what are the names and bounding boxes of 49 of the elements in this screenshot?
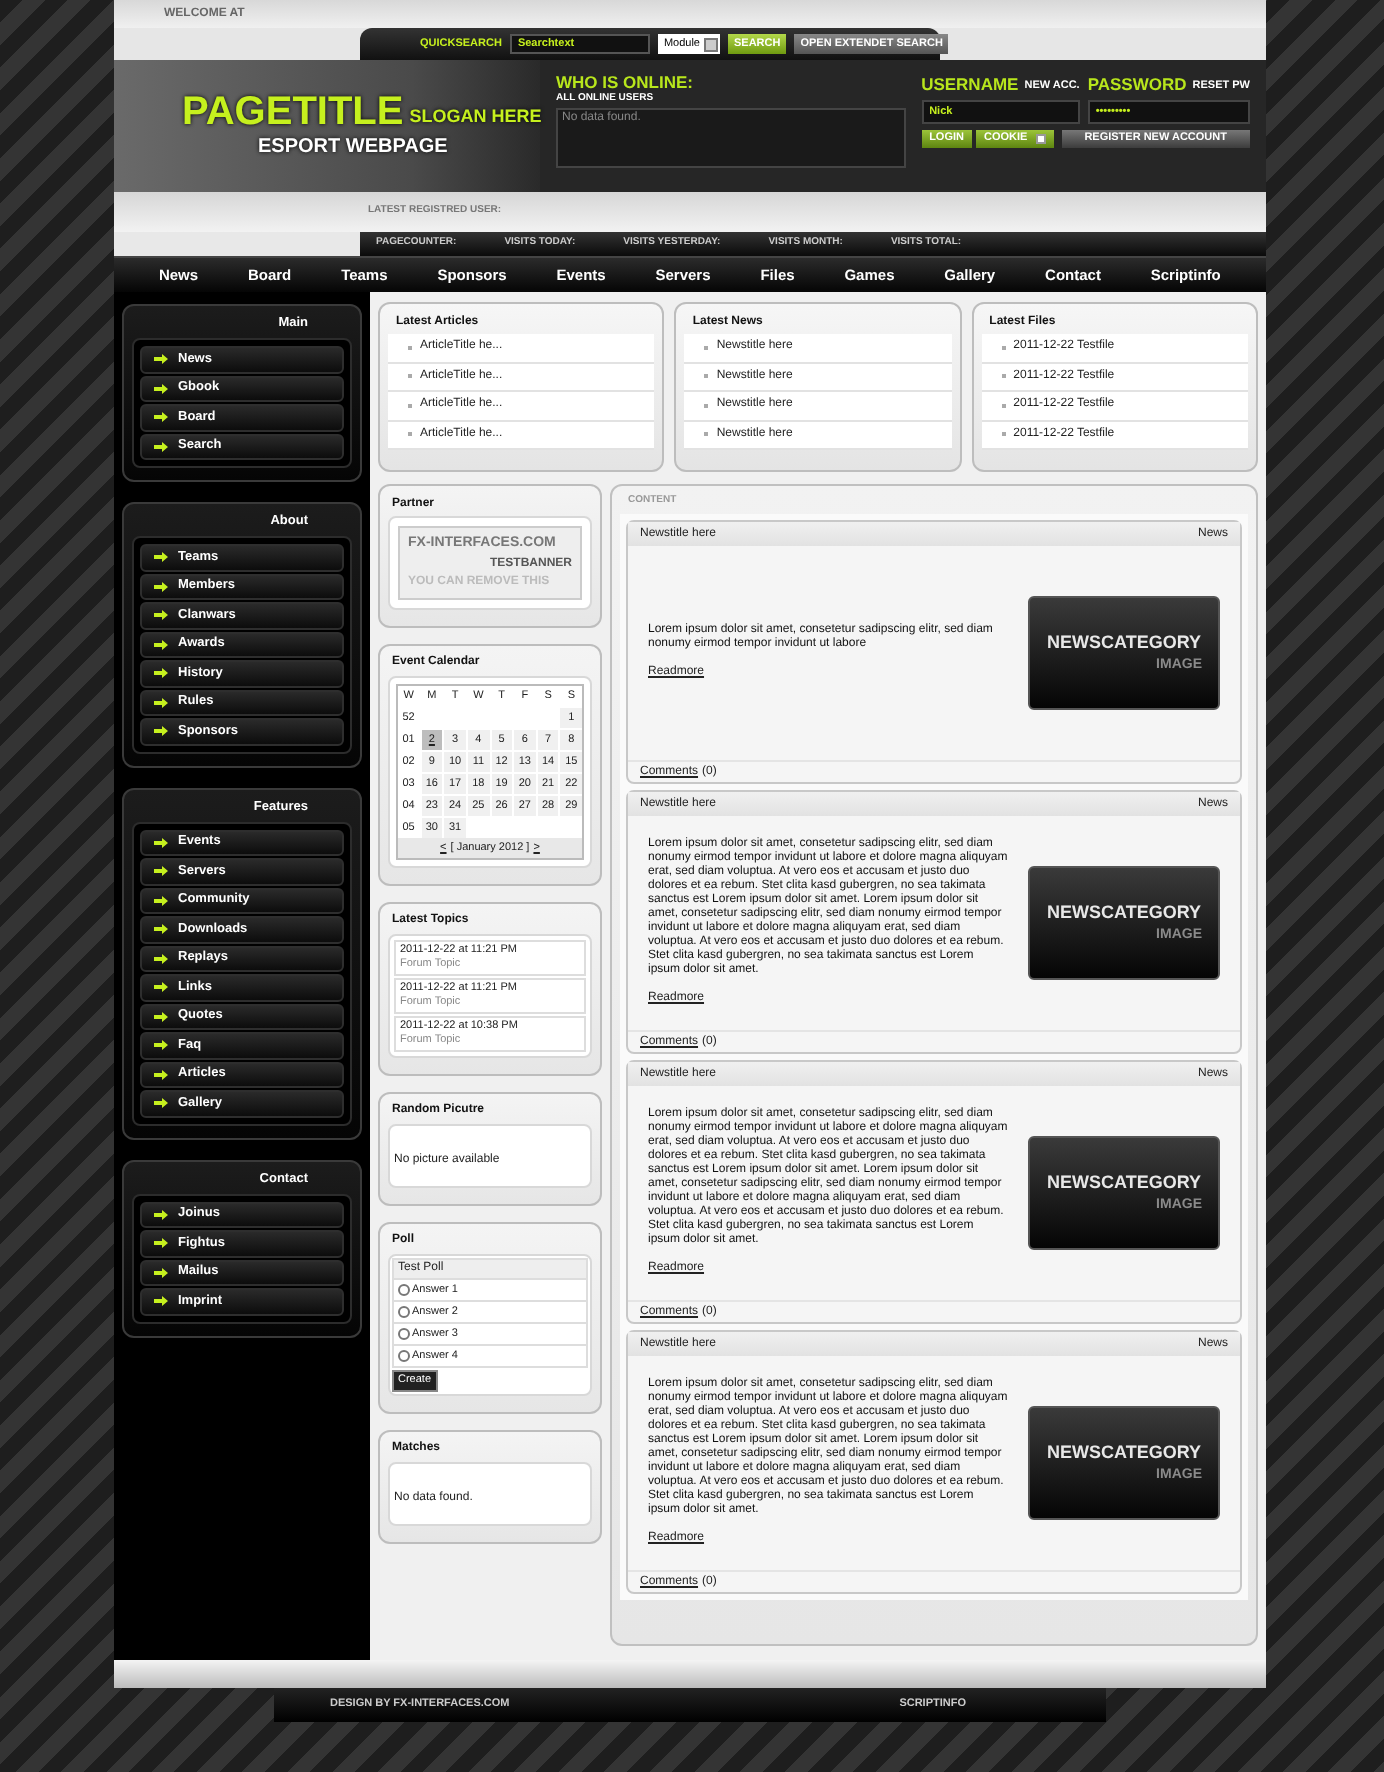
radio-button[interactable] — [398, 1327, 410, 1340]
banner-title: NEWSCATEGORY — [1046, 899, 1202, 925]
bullet-icon — [1001, 374, 1006, 379]
bullet-icon — [1001, 403, 1006, 408]
password-label: PASSWORD — [1087, 76, 1187, 94]
arrow-icon — [154, 1238, 168, 1249]
subtitle: ESPORT WEBPAGE — [256, 133, 450, 161]
bullet-icon — [704, 403, 709, 408]
banner-title: NEWSCATEGORY — [1046, 629, 1202, 655]
page-title: PAGETITLE — [182, 91, 404, 131]
arrow-icon — [154, 1209, 168, 1220]
arrow-icon — [154, 1296, 168, 1307]
arrow-icon — [154, 1267, 168, 1278]
radio-button[interactable] — [398, 1349, 410, 1362]
arrow-icon — [154, 953, 168, 964]
bullet-icon — [704, 345, 709, 350]
radio-button[interactable] — [398, 1305, 410, 1318]
arrow-icon — [154, 697, 168, 708]
bullet-icon — [1001, 432, 1006, 437]
bullet-icon — [704, 374, 709, 379]
username-label: USERNAME — [921, 76, 1019, 94]
arrow-icon — [154, 924, 168, 935]
slogan: SLOGAN HERE — [409, 104, 542, 130]
arrow-icon — [154, 982, 168, 993]
radio-button[interactable] — [398, 1283, 410, 1296]
arrow-icon — [154, 610, 168, 621]
arrow-icon — [154, 441, 168, 452]
arrow-icon — [154, 895, 168, 906]
arrow-icon — [154, 1098, 168, 1109]
arrow-icon — [154, 668, 168, 679]
arrow-icon — [154, 1040, 168, 1051]
arrow-icon — [154, 837, 168, 848]
arrow-icon — [154, 552, 168, 563]
banner-title: NEWSCATEGORY — [1046, 1439, 1202, 1465]
dropdown-icon — [704, 37, 718, 51]
bullet-icon — [1001, 345, 1006, 350]
arrow-icon — [154, 581, 168, 592]
cookie-checkbox[interactable] — [1035, 134, 1046, 144]
bullet-icon — [704, 432, 709, 437]
arrow-icon — [154, 1011, 168, 1022]
arrow-icon — [154, 866, 168, 877]
arrow-icon — [154, 412, 168, 423]
arrow-icon — [154, 383, 168, 394]
arrow-icon — [154, 1069, 168, 1080]
arrow-icon — [154, 726, 168, 737]
arrow-icon — [154, 354, 168, 365]
arrow-icon — [154, 639, 168, 650]
online-title: WHO IS ONLINE: — [556, 74, 695, 92]
banner-title: NEWSCATEGORY — [1046, 1169, 1202, 1195]
